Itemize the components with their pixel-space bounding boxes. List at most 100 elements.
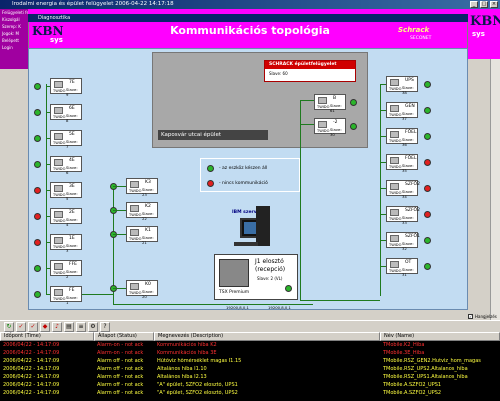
left-panel-item[interactable]: Jogok: M xyxy=(0,30,28,37)
device-1e[interactable]: 1E Slave: 3 TWIDO xyxy=(50,234,82,253)
device-főel[interactable]: FŐEL Slave: 35 TWIDO xyxy=(386,154,418,173)
plc-module-icon xyxy=(390,261,399,268)
device-slave: Slave: 61 xyxy=(330,103,342,113)
plc-rack-icon xyxy=(219,259,249,287)
bus-line xyxy=(46,268,50,269)
device-type: TWIDO xyxy=(389,243,402,247)
table-row[interactable]: 2006/04/22 - 14:17:09 Alarm off - not ack… xyxy=(0,382,500,389)
plc-status-icon xyxy=(285,285,292,292)
device-gen[interactable]: GEN Slave: 37 TWIDO xyxy=(386,102,418,121)
seconet-logo: SECONET xyxy=(410,36,432,41)
settings-icon[interactable]: ⚙ xyxy=(88,322,98,332)
device-name: FE xyxy=(69,288,75,293)
ack-all-icon[interactable]: ✓ xyxy=(28,322,38,332)
maximize-icon[interactable]: □ xyxy=(480,1,488,8)
status-ok-icon xyxy=(34,291,41,298)
left-panel-item[interactable]: Login xyxy=(0,44,28,51)
close-icon[interactable]: × xyxy=(490,1,498,8)
filter-icon[interactable]: ◆ xyxy=(40,322,50,332)
device-6e[interactable]: 6E Slave: 8 TWIDO xyxy=(50,104,82,123)
device-k1[interactable]: K1 Slave: 21 TWIDO xyxy=(126,226,158,245)
left-panel-item[interactable]: Felügyeleti felület xyxy=(0,9,28,16)
schrack-device[interactable]: SCHRACK épületfelügyelet Slave: 60 xyxy=(264,60,356,82)
column-header-description[interactable]: Megnevezés (Description) xyxy=(154,332,380,341)
plc-device[interactable]: J1 elosztó (recepció) Slave: 2 (VL) TSX … xyxy=(214,254,298,300)
device-k3[interactable]: K3 Slave: 23 TWIDO xyxy=(126,178,158,197)
plc-module-icon xyxy=(130,205,139,212)
bus-line xyxy=(380,136,386,137)
cell-name: TMobile.A.SZFŐ2_UPS1 xyxy=(383,382,442,388)
left-panel-item[interactable]: Belépett xyxy=(0,37,28,44)
device-type: TWIDO xyxy=(53,89,66,93)
bus-line xyxy=(380,162,386,163)
device-name: K3 xyxy=(145,180,151,185)
vertical-scrollbar[interactable] xyxy=(490,59,500,320)
table-row[interactable]: 2006/04/22 - 14:17:09 Alarm off - not ack… xyxy=(0,374,500,381)
device-k2[interactable]: K2 Slave: 22 TWIDO xyxy=(126,202,158,221)
device-slave: Slave: 2 xyxy=(66,269,78,279)
ack-icon[interactable]: ✓ xyxy=(16,322,26,332)
device-ups[interactable]: UPS Slave: 38 TWIDO xyxy=(386,76,418,95)
device-type: TWIDO xyxy=(53,219,66,223)
refresh-icon[interactable]: ↻ xyxy=(4,322,14,332)
bus-line xyxy=(380,266,386,267)
device-szfő2[interactable]: SZFŐ2 Slave: 34 TWIDO xyxy=(386,180,420,199)
table-row[interactable]: 2006/04/22 - 14:17:09 Alarm off - not ack… xyxy=(0,390,500,397)
device-type: TWIDO xyxy=(53,115,66,119)
minimize-icon[interactable]: _ xyxy=(470,1,478,8)
bus-line xyxy=(113,186,126,187)
table-row[interactable]: 2006/04/22 - 14:17:09 Alarm-on - not ack K… xyxy=(0,350,500,357)
bus-line xyxy=(46,164,50,165)
table-row[interactable]: 2006/04/22 - 14:17:09 Alarm off - not ack… xyxy=(0,358,500,365)
sound-checkbox-label: Hangjelzés xyxy=(475,314,497,319)
device-7e[interactable]: 7E Slave: 9 TWIDO xyxy=(50,78,82,97)
device-b[interactable]: B Slave: 61 TWIDO xyxy=(314,94,346,113)
status-ok-icon xyxy=(424,237,431,244)
help-icon[interactable]: ? xyxy=(100,322,110,332)
device-3e[interactable]: 3E Slave: 5 TWIDO xyxy=(50,182,82,201)
sound-checkbox[interactable]: ✓ xyxy=(468,314,473,319)
page-title: Kommunikációs topológia xyxy=(170,24,330,37)
cell-status: Alarm off - not ack xyxy=(97,382,144,388)
device-5e[interactable]: 5E Slave: 7 TWIDO xyxy=(50,130,82,149)
device-ot[interactable]: OT Slave: 31 TWIDO xyxy=(386,258,418,277)
left-panel-item[interactable]: Kiszolgál xyxy=(0,16,28,23)
status-ok-icon xyxy=(34,265,41,272)
device-2e[interactable]: 2E Slave: 4 TWIDO xyxy=(50,208,82,227)
right-brand-logo: KBN xyxy=(470,14,500,29)
device-type: TWIDO xyxy=(53,297,66,301)
bus-label: 19200,8,0,1 xyxy=(268,305,291,310)
bell-icon[interactable]: ♪ xyxy=(52,322,62,332)
device--2[interactable]: -2 Slave: 30 TWIDO xyxy=(314,118,346,137)
device-fe[interactable]: FE Slave: 1 TWIDO xyxy=(50,286,82,305)
device-slave: Slave: 37 xyxy=(402,111,414,121)
device-ffe[interactable]: FFE Slave: 2 TWIDO xyxy=(50,260,82,279)
device-type: TWIDO xyxy=(389,191,402,195)
left-panel-item[interactable]: Szerep: K xyxy=(0,23,28,30)
print-icon[interactable]: ▤ xyxy=(64,322,74,332)
column-header-status[interactable]: Állapot (Status) xyxy=(94,332,154,341)
sort-icon[interactable]: ≡ xyxy=(76,322,86,332)
column-header-time[interactable]: Időpont (Time) xyxy=(0,332,94,341)
device-főel[interactable]: FŐEL Slave: 36 TWIDO xyxy=(386,128,418,147)
diagnostics-titlebar: Diagnosztika xyxy=(28,14,468,22)
bus-line xyxy=(113,210,126,211)
plc-module-icon xyxy=(54,185,63,192)
device-k0[interactable]: K0 Slave: 20 TWIDO xyxy=(126,280,158,299)
column-header-name[interactable]: Név (Name) xyxy=(380,332,500,341)
device-name: 5E xyxy=(69,132,75,137)
bus-line xyxy=(46,190,50,191)
device-name: SZFŐ2 xyxy=(405,208,420,213)
legend-error-icon xyxy=(207,180,214,187)
device-slave: Slave: 7 xyxy=(66,139,78,149)
device-slave: Slave: 36 xyxy=(402,137,414,147)
device-type: TWIDO xyxy=(129,237,142,241)
device-name: FŐEL xyxy=(405,130,417,135)
window-title: Irodalmi energia és épület felügyelet 20… xyxy=(12,1,174,7)
table-row[interactable]: 2006/04/22 - 14:17:09 Alarm off - not ack… xyxy=(0,366,500,373)
device-4e[interactable]: 4E Slave: 6 TWIDO xyxy=(50,156,82,175)
device-szfő2[interactable]: SZFŐ2 Slave: 33 TWIDO xyxy=(386,206,420,225)
device-szfő1[interactable]: SZFŐ1 Slave: 32 TWIDO xyxy=(386,232,420,251)
cell-time: 2006/04/22 - 14:17:09 xyxy=(3,342,60,348)
table-row[interactable]: 2006/04/22 - 14:17:09 Alarm-on - not ack K… xyxy=(0,342,500,349)
